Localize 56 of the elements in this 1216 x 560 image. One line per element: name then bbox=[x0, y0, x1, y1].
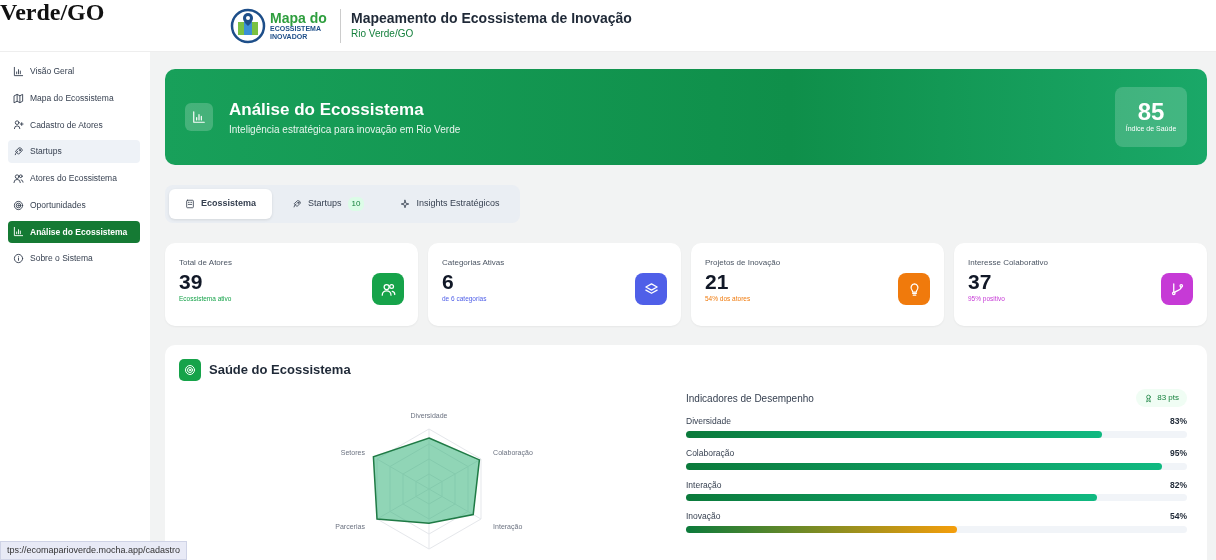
medal-icon bbox=[1144, 393, 1154, 403]
info-icon bbox=[13, 253, 24, 265]
logo-text: Mapa do bbox=[270, 10, 328, 25]
stat-value: 21 bbox=[705, 269, 730, 295]
stat-label: Projetos de Inovação bbox=[705, 257, 781, 269]
overlay-heading: Verde/GO bbox=[0, 0, 105, 24]
rocket-icon bbox=[13, 146, 24, 158]
sparkle-icon bbox=[400, 199, 411, 209]
rocket-icon bbox=[292, 199, 303, 209]
tab[interactable]: Ecossistema bbox=[169, 189, 273, 219]
sidebar-item[interactable]: Oportunidades bbox=[8, 193, 140, 217]
chart-icon bbox=[13, 226, 24, 238]
stat-value: 37 bbox=[968, 269, 993, 295]
map-icon bbox=[13, 92, 24, 104]
stat-label: Interesse Colaborativo bbox=[968, 257, 1049, 269]
app-title: Mapeamento do Ecossistema de Inovação bbox=[351, 9, 632, 27]
count-badge: 10 bbox=[347, 197, 365, 211]
stat-value: 39 bbox=[179, 269, 204, 295]
hero-title: Análise do Ecossistema bbox=[229, 98, 425, 121]
hero-subtitle: Inteligência estratégica para inovação em Rio Verde bbox=[229, 123, 461, 138]
sidebar-item[interactable]: Startups bbox=[8, 140, 140, 163]
tab[interactable]: Insights Estratégicos bbox=[384, 189, 516, 219]
sidebar-item[interactable]: Análise do Ecossistema bbox=[8, 220, 140, 244]
indicators-title: Indicadores de Desempenho bbox=[686, 391, 814, 406]
layers-icon bbox=[643, 281, 659, 297]
indicator-value: 82% bbox=[1170, 478, 1187, 492]
users-icon bbox=[380, 281, 396, 297]
branch-icon bbox=[1169, 281, 1185, 297]
target-icon bbox=[184, 364, 196, 376]
sidebar-item[interactable]: Atores do Ecossistema bbox=[8, 167, 140, 190]
stat-value: 6 bbox=[442, 269, 455, 295]
stat-label: Total de Atores bbox=[179, 257, 232, 269]
target-icon bbox=[13, 199, 24, 211]
sidebar-item[interactable]: Visão Geral bbox=[8, 60, 140, 83]
chart-icon bbox=[192, 110, 206, 124]
users-icon bbox=[13, 172, 24, 184]
points-badge: 83 pts bbox=[1136, 389, 1187, 407]
section-title: Saúde do Ecossistema bbox=[209, 361, 351, 380]
indicator-value: 95% bbox=[1170, 446, 1187, 460]
indicator-label: Interação bbox=[686, 478, 722, 492]
stat-label: Categorias Ativas bbox=[442, 257, 505, 269]
app-subtitle: Rio Verde/GO bbox=[351, 27, 415, 42]
sidebar-item[interactable]: Mapa do Ecossistema bbox=[8, 86, 140, 110]
indicator-label: Diversidade bbox=[686, 415, 731, 428]
indicator-label: Inovação bbox=[686, 510, 721, 523]
indicator-label: Colaboração bbox=[686, 446, 735, 460]
chart-icon bbox=[13, 65, 24, 77]
indicator-value: 54% bbox=[1170, 510, 1187, 523]
score-value: 85 bbox=[1137, 99, 1165, 124]
logo-icon bbox=[230, 7, 266, 44]
tab[interactable]: Startups 10 bbox=[276, 189, 381, 219]
status-url: tps://ecomaparioverde.mocha.app/cadastro bbox=[0, 540, 188, 560]
sidebar-item[interactable]: Cadastro de Atores bbox=[8, 113, 140, 137]
sidebar-item[interactable]: Sobre o Sistema bbox=[8, 247, 140, 270]
indicator-value: 83% bbox=[1170, 415, 1187, 428]
user-plus-icon bbox=[13, 119, 24, 131]
